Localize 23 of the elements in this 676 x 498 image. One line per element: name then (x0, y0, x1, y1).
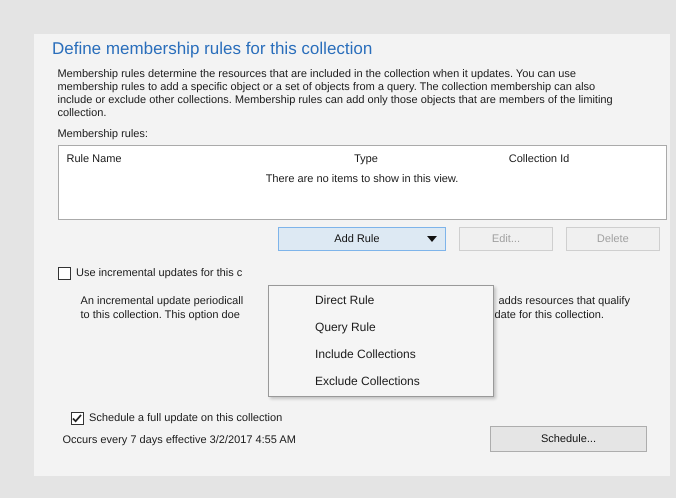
description-text: adds resources that qualify (498, 294, 630, 308)
checkbox-label: Schedule a full update on this collection (89, 410, 282, 426)
schedule-text: Occurs every 7 days effective 3/2/2017 4:55 AM (62, 433, 296, 448)
column-header: Type (354, 153, 378, 166)
menu-item[interactable]: Exclude Collections (315, 368, 420, 395)
description-text: date for this collection. (494, 308, 604, 322)
menu-item[interactable]: Direct Rule (315, 287, 374, 314)
field-label: Membership rules: (58, 127, 148, 142)
caret-icon (427, 236, 438, 242)
checkbox-label: Use incremental updates for this c (76, 266, 242, 282)
empty-message: There are no items to show in this view. (266, 172, 458, 187)
menu-item[interactable]: Include Collections (315, 341, 416, 368)
description-text: to this collection. This option doe (80, 308, 240, 322)
menu-item[interactable]: Query Rule (315, 314, 376, 341)
checkbox[interactable] (70, 412, 84, 424)
description-text: Membership rules determine the resources that are included in the collection when it updates. You can use membership rules to add a specific object or a set of objects from a query. The collection membership can also include or exclude other collections. Membership rules can add only those objects that are members of the limiting collection. (58, 68, 614, 120)
checkbox[interactable] (58, 267, 70, 280)
column-header: Rule Name (66, 153, 122, 166)
column-header: Collection Id (508, 153, 570, 166)
add-rule-dropdown[interactable]: Add Rule (278, 227, 446, 252)
description-text: An incremental update periodicall (80, 294, 244, 308)
section-title: Define membership rules for this collection (52, 38, 372, 60)
schedule-button[interactable]: Schedule... (490, 426, 647, 452)
